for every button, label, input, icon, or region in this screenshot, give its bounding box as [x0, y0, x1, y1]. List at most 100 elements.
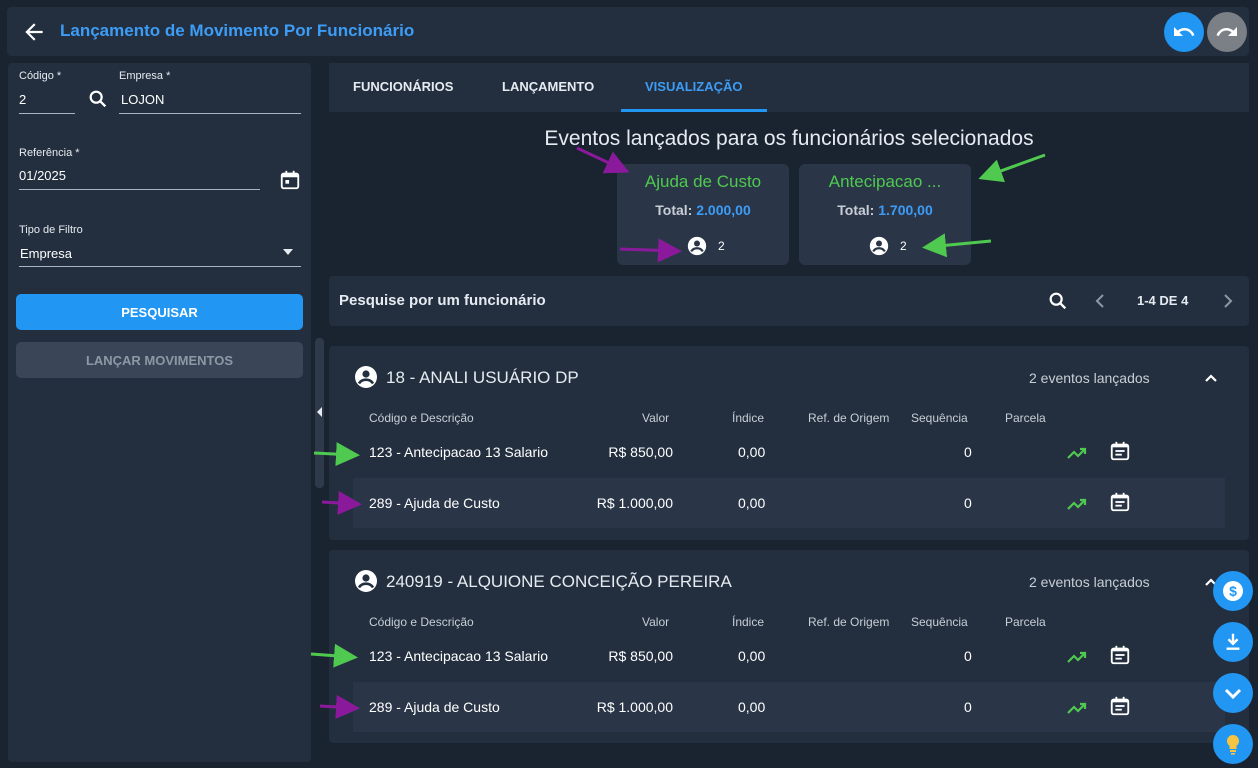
calendar-list-icon[interactable] [1109, 695, 1131, 717]
table-row[interactable]: 289 - Ajuda de Custo R$ 1.000,00 0,00 0 [353, 478, 1225, 528]
row-description: 123 - Antecipacao 13 Salario [369, 648, 549, 664]
event-total-value: 1.700,00 [878, 202, 933, 218]
column-header: Índice [732, 411, 765, 425]
download-fab[interactable] [1213, 622, 1253, 662]
event-total: Total: 2.000,00 [617, 202, 789, 218]
tab-visualizacao[interactable]: VISUALIZAÇÃO [645, 79, 743, 94]
column-header: Ref. de Origem [808, 411, 890, 425]
app-header: Lançamento de Movimento Por Funcionário [7, 7, 1249, 56]
employee-name: 240919 - ALQUIONE CONCEIÇÃO PEREIRA [386, 572, 732, 591]
empresa-input[interactable]: LOJON [121, 92, 164, 107]
row-sequencia: 0 [964, 648, 972, 664]
column-header: Valor [642, 615, 670, 629]
employee-event-count: 2 eventos lançados [1029, 370, 1150, 386]
row-sequencia: 0 [964, 444, 972, 460]
column-header: Sequência [911, 615, 968, 629]
row-valor: R$ 1.000,00 [596, 495, 673, 511]
lightbulb-icon [1226, 734, 1240, 755]
dollar-icon: $ [1223, 581, 1243, 601]
search-icon[interactable] [1047, 290, 1069, 312]
event-total: Total: 1.700,00 [799, 202, 971, 218]
trending-up-icon[interactable] [1065, 492, 1089, 516]
event-card[interactable]: Antecipacao ... Total: 1.700,00 2 [799, 164, 971, 265]
referencia-label: Referência * [19, 147, 80, 159]
dropdown-caret-icon[interactable] [283, 249, 293, 255]
row-description: 289 - Ajuda de Custo [369, 495, 500, 511]
row-sequencia: 0 [964, 495, 972, 511]
calendar-list-icon[interactable] [1109, 644, 1131, 666]
codigo-label: Código * [19, 70, 62, 82]
codigo-input[interactable]: 2 [19, 92, 26, 107]
calendar-list-icon[interactable] [1109, 440, 1131, 462]
page-title: Lançamento de Movimento Por Funcionário [60, 21, 415, 40]
column-header: Ref. de Origem [808, 615, 890, 629]
row-sequencia: 0 [964, 699, 972, 715]
event-employee-count: 2 [718, 239, 725, 253]
tab-bar: FUNCIONÁRIOS LANÇAMENTO VISUALIZAÇÃO [329, 63, 1249, 112]
row-indice: 0,00 [738, 648, 766, 664]
redo-button[interactable] [1207, 12, 1247, 52]
row-valor: R$ 850,00 [608, 648, 673, 664]
undo-icon [1174, 27, 1195, 36]
calendar-list-icon[interactable] [1109, 491, 1131, 513]
main-content: FUNCIONÁRIOS LANÇAMENTO VISUALIZAÇÃO Eve… [329, 63, 1249, 763]
chevron-right-icon[interactable] [1221, 293, 1235, 309]
tab-lancamento[interactable]: LANÇAMENTO [502, 79, 594, 94]
search-button[interactable]: PESQUISAR [16, 294, 303, 330]
person-icon [355, 366, 377, 388]
scroll-down-fab[interactable] [1213, 673, 1253, 713]
event-name: Antecipacao ... [828, 172, 942, 191]
search-icon[interactable] [87, 88, 109, 110]
row-indice: 0,00 [738, 444, 766, 460]
active-tab-indicator [621, 109, 767, 112]
row-valor: R$ 850,00 [608, 444, 673, 460]
column-header: Parcela [1005, 615, 1046, 629]
filter-panel: Código * 2 Empresa * LOJON Referência * … [8, 63, 311, 762]
column-header: Parcela [1005, 411, 1046, 425]
table-row[interactable]: 289 - Ajuda de Custo R$ 1.000,00 0,00 0 [353, 682, 1225, 732]
trending-up-icon[interactable] [1065, 645, 1089, 669]
table-row[interactable]: 123 - Antecipacao 13 Salario R$ 850,00 0… [353, 631, 1225, 681]
row-indice: 0,00 [738, 495, 766, 511]
back-arrow-icon[interactable] [21, 19, 47, 45]
calendar-icon[interactable] [279, 169, 301, 191]
chevron-left-icon[interactable] [1093, 293, 1107, 309]
row-indice: 0,00 [738, 699, 766, 715]
money-fab[interactable]: $ [1213, 571, 1253, 611]
redo-icon [1216, 27, 1237, 36]
event-total-value: 2.000,00 [696, 202, 751, 218]
person-icon [687, 236, 707, 256]
event-total-label: Total: [655, 202, 693, 218]
chevron-up-icon[interactable] [1203, 370, 1219, 386]
tipo-filtro-select[interactable]: Empresa [20, 246, 72, 261]
events-title: Eventos lançados para os funcionários se… [544, 127, 1034, 150]
column-header: Sequência [911, 411, 968, 425]
event-card[interactable]: Ajuda de Custo Total: 2.000,00 2 [617, 164, 789, 265]
undo-button[interactable] [1164, 12, 1204, 52]
tab-funcionarios[interactable]: FUNCIONÁRIOS [353, 79, 453, 94]
tipo-filtro-label: Tipo de Filtro [19, 224, 83, 236]
launch-movements-button[interactable]: LANÇAR MOVIMENTOS [16, 342, 303, 378]
empresa-label: Empresa * [119, 70, 171, 82]
event-employee-count: 2 [900, 239, 907, 253]
trending-up-icon[interactable] [1065, 441, 1089, 465]
person-icon [355, 570, 377, 592]
collapse-left-icon[interactable] [317, 407, 322, 417]
column-header: Código e Descrição [369, 615, 474, 629]
event-name: Ajuda de Custo [644, 172, 762, 191]
employee-event-count: 2 eventos lançados [1029, 574, 1150, 590]
event-total-label: Total: [837, 202, 875, 218]
tips-fab[interactable] [1213, 724, 1253, 764]
column-header: Índice [732, 615, 765, 629]
row-description: 123 - Antecipacao 13 Salario [369, 444, 549, 460]
referencia-input[interactable]: 01/2025 [19, 168, 66, 183]
employee-search-bar: Pesquise por um funcionário 1-4 DE 4 [329, 276, 1249, 326]
table-row[interactable]: 123 - Antecipacao 13 Salario R$ 850,00 0… [353, 427, 1225, 477]
employee-group: 240919 - ALQUIONE CONCEIÇÃO PEREIRA 2 ev… [329, 550, 1249, 743]
trending-up-icon[interactable] [1065, 696, 1089, 720]
download-icon [1226, 633, 1240, 650]
row-description: 289 - Ajuda de Custo [369, 699, 500, 715]
employee-search-label: Pesquise por um funcionário [339, 292, 546, 309]
employee-name: 18 - ANALI USUÁRIO DP [386, 368, 579, 387]
svg-text:$: $ [1229, 583, 1237, 599]
